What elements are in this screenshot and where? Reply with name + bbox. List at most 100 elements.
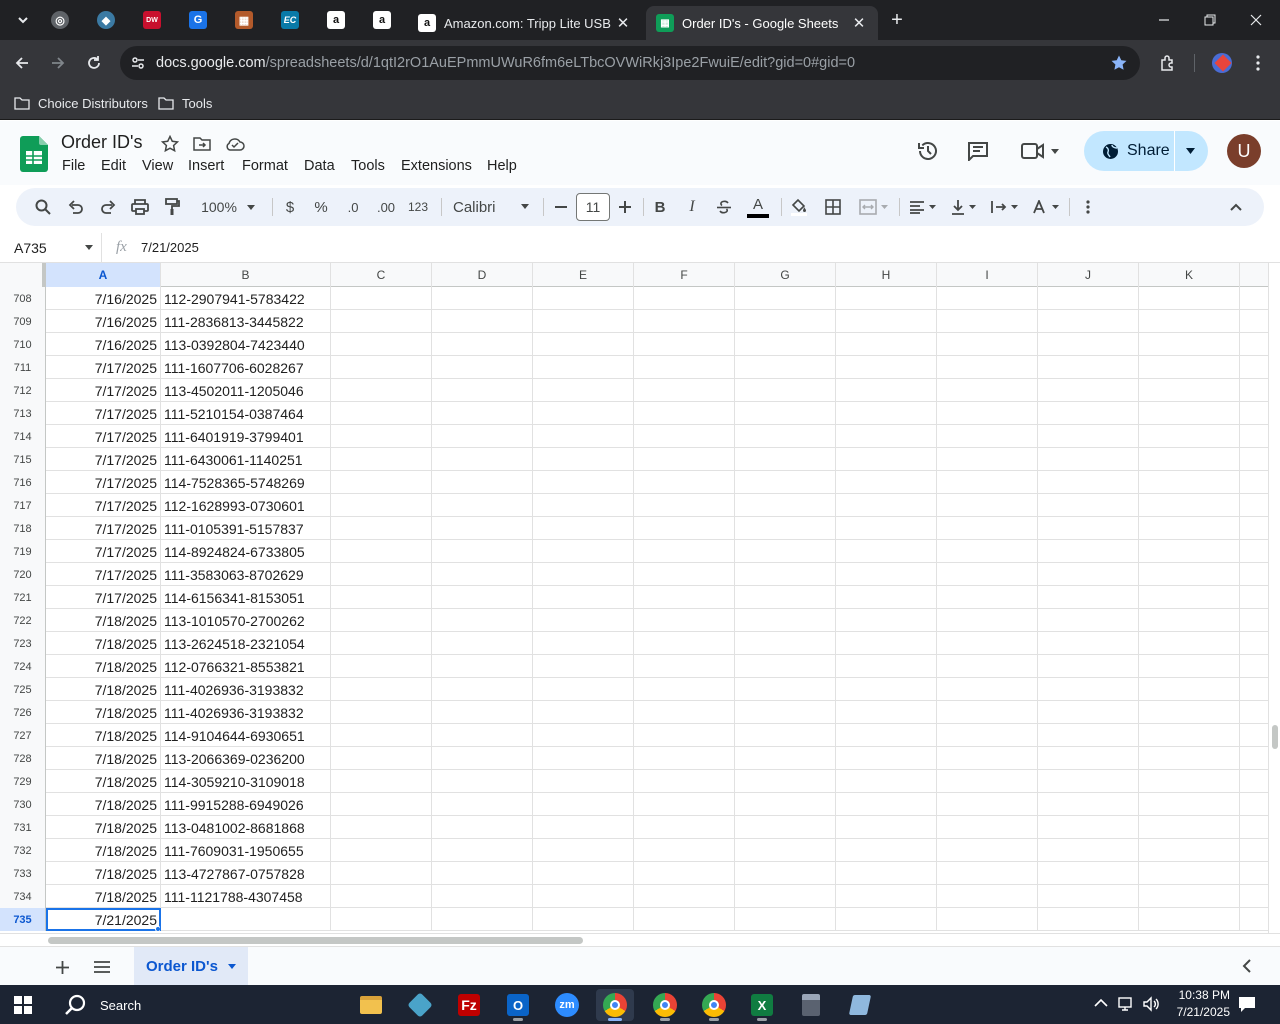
cell-empty[interactable]	[937, 402, 1038, 425]
row-header[interactable]: 716	[0, 471, 46, 494]
cell-empty[interactable]	[937, 770, 1038, 793]
cell-empty[interactable]	[533, 609, 634, 632]
row-header[interactable]: 725	[0, 678, 46, 701]
cell-empty[interactable]	[735, 402, 836, 425]
cell-empty[interactable]	[1139, 655, 1240, 678]
search-menus-button[interactable]	[32, 195, 54, 219]
cell-a[interactable]: 7/18/2025	[46, 747, 161, 770]
start-button[interactable]	[4, 989, 42, 1021]
cell-empty[interactable]	[937, 678, 1038, 701]
cell-empty[interactable]	[836, 885, 937, 908]
cell-empty[interactable]	[937, 724, 1038, 747]
cell-empty[interactable]	[937, 517, 1038, 540]
cell-empty[interactable]	[735, 494, 836, 517]
cell-a[interactable]: 7/17/2025	[46, 402, 161, 425]
cell-empty[interactable]	[432, 425, 533, 448]
cell-empty[interactable]	[634, 540, 735, 563]
cell-empty[interactable]	[432, 816, 533, 839]
forward-button[interactable]	[42, 47, 74, 79]
show-hidden-icons[interactable]	[1094, 998, 1108, 1008]
cell-empty[interactable]	[1139, 839, 1240, 862]
cell-empty[interactable]	[331, 287, 432, 310]
cell-empty[interactable]	[634, 816, 735, 839]
cell-b[interactable]: 111-6401919-3799401	[161, 425, 331, 448]
cell-empty[interactable]	[836, 586, 937, 609]
close-icon[interactable]: ✕	[614, 14, 632, 32]
system-clock[interactable]: 10:38 PM 7/21/2025	[1162, 987, 1230, 1021]
cell-empty[interactable]	[331, 379, 432, 402]
cell-empty[interactable]	[836, 632, 937, 655]
column-header-b[interactable]: B	[161, 263, 331, 287]
close-window-button[interactable]	[1233, 0, 1279, 40]
address-bar[interactable]: docs.google.com/spreadsheets/d/1qtI2rO1A…	[120, 46, 1140, 80]
zoom-select[interactable]: 100%	[195, 195, 261, 219]
cell-b[interactable]: 112-1628993-0730601	[161, 494, 331, 517]
cell-empty[interactable]	[1038, 609, 1139, 632]
cell-empty[interactable]	[634, 770, 735, 793]
tab-amazon[interactable]: a Amazon.com: Tripp Lite USB 2.0 ✕	[408, 6, 642, 40]
cell-empty[interactable]	[432, 908, 533, 931]
cell-empty[interactable]	[735, 287, 836, 310]
row-header[interactable]: 719	[0, 540, 46, 563]
cell-empty[interactable]	[533, 540, 634, 563]
cell-empty[interactable]	[937, 494, 1038, 517]
cell-a[interactable]: 7/17/2025	[46, 448, 161, 471]
menu-data[interactable]: Data	[304, 158, 335, 174]
cell-b[interactable]: 113-2624518-2321054	[161, 632, 331, 655]
cell-empty[interactable]	[1038, 425, 1139, 448]
all-sheets-button[interactable]	[90, 955, 114, 979]
fill-color-button[interactable]	[788, 195, 810, 219]
document-title[interactable]: Order ID's	[61, 132, 142, 153]
taskbar-filezilla[interactable]: Fz	[450, 989, 488, 1021]
cell-empty[interactable]	[735, 816, 836, 839]
column-header-f[interactable]: F	[634, 263, 735, 287]
text-color-button[interactable]: A	[746, 195, 770, 219]
move-folder-icon[interactable]	[193, 136, 211, 152]
cell-empty[interactable]	[432, 678, 533, 701]
taskbar-chrome-3[interactable]	[695, 989, 733, 1021]
new-tab-button[interactable]: +	[876, 0, 918, 40]
pinned-tab-6[interactable]: EC	[270, 4, 310, 36]
cell-empty[interactable]	[836, 793, 937, 816]
cell-empty[interactable]	[1139, 333, 1240, 356]
back-button[interactable]	[6, 47, 38, 79]
cell-empty[interactable]	[533, 839, 634, 862]
row-header[interactable]: 711	[0, 356, 46, 379]
cell-empty[interactable]	[533, 563, 634, 586]
cell-empty[interactable]	[331, 517, 432, 540]
profile-button[interactable]	[1206, 47, 1238, 79]
cell-empty[interactable]	[533, 885, 634, 908]
more-options-button[interactable]	[1080, 195, 1096, 219]
cell-empty[interactable]	[836, 678, 937, 701]
taskbar-outlook[interactable]: O	[499, 989, 537, 1021]
cell-b[interactable]: 114-3059210-3109018	[161, 770, 331, 793]
cell-empty[interactable]	[1139, 632, 1240, 655]
cell-empty[interactable]	[937, 908, 1038, 931]
taskbar-app[interactable]	[401, 989, 439, 1021]
cell-empty[interactable]	[634, 655, 735, 678]
cell-empty[interactable]	[1038, 402, 1139, 425]
cell-b[interactable]: 114-9104644-6930651	[161, 724, 331, 747]
row-header[interactable]: 721	[0, 586, 46, 609]
row-header[interactable]: 714	[0, 425, 46, 448]
cell-empty[interactable]	[836, 287, 937, 310]
pinned-tab-1[interactable]: ◎	[40, 4, 80, 36]
column-header-i[interactable]: I	[937, 263, 1038, 287]
menu-edit[interactable]: Edit	[101, 158, 126, 174]
cell-empty[interactable]	[1038, 747, 1139, 770]
cell-a[interactable]: 7/16/2025	[46, 287, 161, 310]
cell-empty[interactable]	[432, 356, 533, 379]
cell-empty[interactable]	[836, 839, 937, 862]
cell-a[interactable]: 7/17/2025	[46, 425, 161, 448]
cell-b[interactable]: 111-7609031-1950655	[161, 839, 331, 862]
spreadsheet-grid[interactable]: 708 7/16/2025 112-2907941-5783422 709 7/16/2…	[0, 287, 1268, 933]
cell-empty[interactable]	[735, 885, 836, 908]
share-button[interactable]: Share	[1084, 131, 1208, 171]
cell-b[interactable]: 111-1121788-4307458	[161, 885, 331, 908]
cell-empty[interactable]	[836, 310, 937, 333]
row-header[interactable]: 712	[0, 379, 46, 402]
cell-empty[interactable]	[634, 517, 735, 540]
cell-empty[interactable]	[1139, 678, 1240, 701]
cell-empty[interactable]	[432, 632, 533, 655]
taskbar-chrome-1[interactable]	[596, 989, 634, 1021]
